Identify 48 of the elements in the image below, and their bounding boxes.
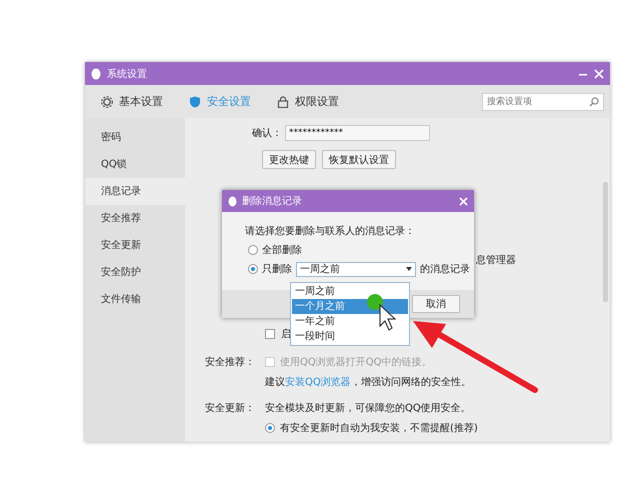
scrollbar[interactable] (603, 182, 608, 302)
field-label: 确认： (252, 127, 282, 140)
sidebar-item[interactable]: 安全更新 (85, 232, 185, 259)
option-text: 使用QQ浏览器打开QQ中的链接。 (280, 356, 432, 369)
sidebar-item[interactable]: 密码 (85, 124, 185, 151)
dropdown-option[interactable]: 一周之前 (292, 284, 408, 299)
search-icon (589, 96, 599, 106)
sidebar-item[interactable]: 安全防护 (85, 259, 185, 286)
search-field[interactable]: 搜索设置项 (482, 92, 604, 110)
option-text: 有安全更新时自动为我安装，不需提醒(推荐) (280, 422, 478, 435)
caret-icon (406, 267, 412, 271)
section-label: 安全推荐： (205, 356, 256, 369)
option-text: 只删除 (262, 263, 292, 276)
cursor-drawing (367, 294, 396, 331)
qq-egg-icon (228, 196, 237, 206)
option-text: 息管理器 (476, 254, 517, 267)
sidebar-item[interactable]: QQ锁 (85, 151, 185, 178)
password-field[interactable]: ************ (285, 125, 430, 141)
window-title: 系统设置 (107, 68, 148, 80)
sidebar-item[interactable]: 安全推荐 (85, 205, 185, 232)
sidebar-item[interactable]: 消息记录 (85, 178, 185, 205)
settings-tab[interactable]: 基本设置 (99, 92, 165, 111)
option-text: 启 (281, 328, 291, 341)
close-icon[interactable] (459, 196, 468, 206)
radio-button[interactable] (248, 264, 258, 274)
radio-button[interactable] (248, 245, 258, 255)
section-label: 安全更新： (205, 402, 256, 415)
checkbox[interactable] (265, 329, 275, 339)
period-dropdown[interactable]: 一周之前 (296, 262, 416, 276)
note-text: 建议安装QQ浏览器，增强访问网络的安全性。 (265, 376, 472, 389)
dialog-title: 删除消息记录 (242, 194, 303, 208)
gear-icon (101, 96, 113, 108)
dropdown-option[interactable]: 一年之前 (292, 314, 408, 329)
close-icon[interactable] (594, 68, 604, 78)
shield-icon (189, 96, 201, 108)
description-text: 安全模块及时更新，可保障您的QQ使用安全。 (265, 402, 472, 415)
option-text: 全部删除 (262, 244, 302, 257)
qq-egg-icon (91, 68, 101, 80)
action-button[interactable]: 更改热键 (262, 150, 316, 169)
sidebar-item[interactable]: 文件传输 (85, 286, 185, 313)
settings-tab[interactable]: 权限设置 (275, 92, 341, 111)
prompt-text: 请选择您要删除与联系人的消息记录： (245, 224, 416, 238)
dropdown-option[interactable]: 一段时间 (292, 329, 408, 344)
cancel-button[interactable]: 取消 (412, 295, 460, 313)
action-button[interactable]: 恢复默认设置 (322, 150, 396, 169)
option-text: 的消息记录 (420, 262, 470, 276)
lock-icon (277, 96, 289, 108)
radio-button[interactable] (265, 423, 275, 433)
